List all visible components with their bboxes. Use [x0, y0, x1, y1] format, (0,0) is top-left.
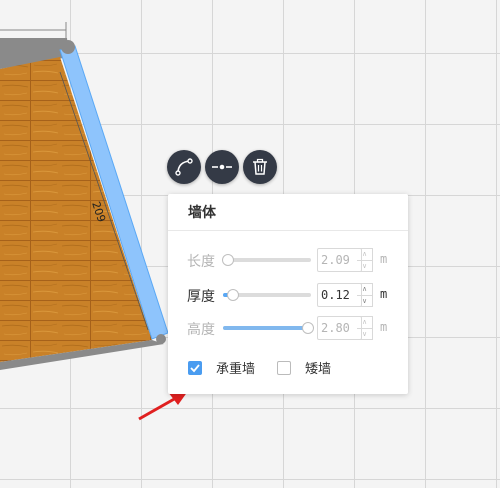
height-unit: m — [380, 320, 388, 334]
length-input: 2.09 — [317, 248, 362, 272]
chevron-up-icon: ∧ — [357, 317, 372, 329]
annotation-arrow — [138, 396, 177, 421]
height-slider — [223, 322, 314, 334]
wall-type-options: 承重墙 矮墙 — [188, 358, 331, 377]
split-wall-button[interactable] — [205, 150, 239, 184]
chevron-up-icon: ∧ — [357, 249, 372, 261]
thickness-slider[interactable] — [223, 289, 311, 301]
length-unit: m — [380, 252, 388, 266]
low-wall-checkbox[interactable] — [277, 360, 292, 375]
wall-toolbar — [167, 150, 277, 184]
length-row: 长度 2.09 ∧ ∨ m — [187, 248, 402, 272]
chevron-up-icon[interactable]: ∧ — [357, 284, 372, 296]
height-stepper: ∧ ∨ — [357, 316, 373, 340]
load-bearing-label[interactable]: 承重墙 — [216, 358, 255, 377]
low-wall-label[interactable]: 矮墙 — [305, 358, 331, 377]
curve-wall-icon — [175, 158, 193, 176]
load-bearing-checkbox[interactable] — [188, 360, 202, 375]
length-label: 长度 — [187, 254, 215, 270]
height-label: 高度 — [187, 322, 215, 338]
panel-title: 墙体 — [168, 194, 408, 231]
height-slider-thumb — [301, 322, 314, 334]
split-wall-icon — [212, 164, 232, 170]
thickness-slider-thumb[interactable] — [226, 289, 239, 301]
thickness-row: 厚度 0.12 ∧ ∨ m — [187, 283, 402, 307]
curve-wall-button[interactable] — [167, 150, 201, 184]
wall-properties-panel: 墙体 长度 2.09 ∧ ∨ m 厚度 0.12 ∧ ∨ m 高度 2.80 ∧… — [168, 194, 408, 394]
height-slider-fill — [223, 326, 307, 330]
height-input: 2.80 — [317, 316, 362, 340]
thickness-unit: m — [380, 287, 388, 301]
chevron-down-icon: ∨ — [361, 262, 368, 270]
length-stepper: ∧ ∨ — [357, 248, 373, 272]
thickness-input[interactable]: 0.12 — [317, 283, 362, 307]
wall-joint-bottom[interactable] — [156, 334, 166, 344]
thickness-label: 厚度 — [187, 289, 215, 305]
delete-button[interactable] — [243, 150, 277, 184]
wood-floor — [0, 57, 152, 362]
length-slider — [222, 254, 311, 266]
chevron-down-icon: ∨ — [361, 330, 368, 338]
chevron-down-icon[interactable]: ∨ — [357, 296, 372, 307]
thickness-stepper[interactable]: ∧ ∨ — [357, 283, 373, 307]
length-slider-thumb — [222, 254, 235, 266]
check-icon — [190, 363, 200, 372]
trash-icon — [253, 158, 267, 175]
height-row: 高度 2.80 ∧ ∨ m — [187, 316, 402, 340]
wall-joint-top[interactable] — [61, 40, 75, 54]
